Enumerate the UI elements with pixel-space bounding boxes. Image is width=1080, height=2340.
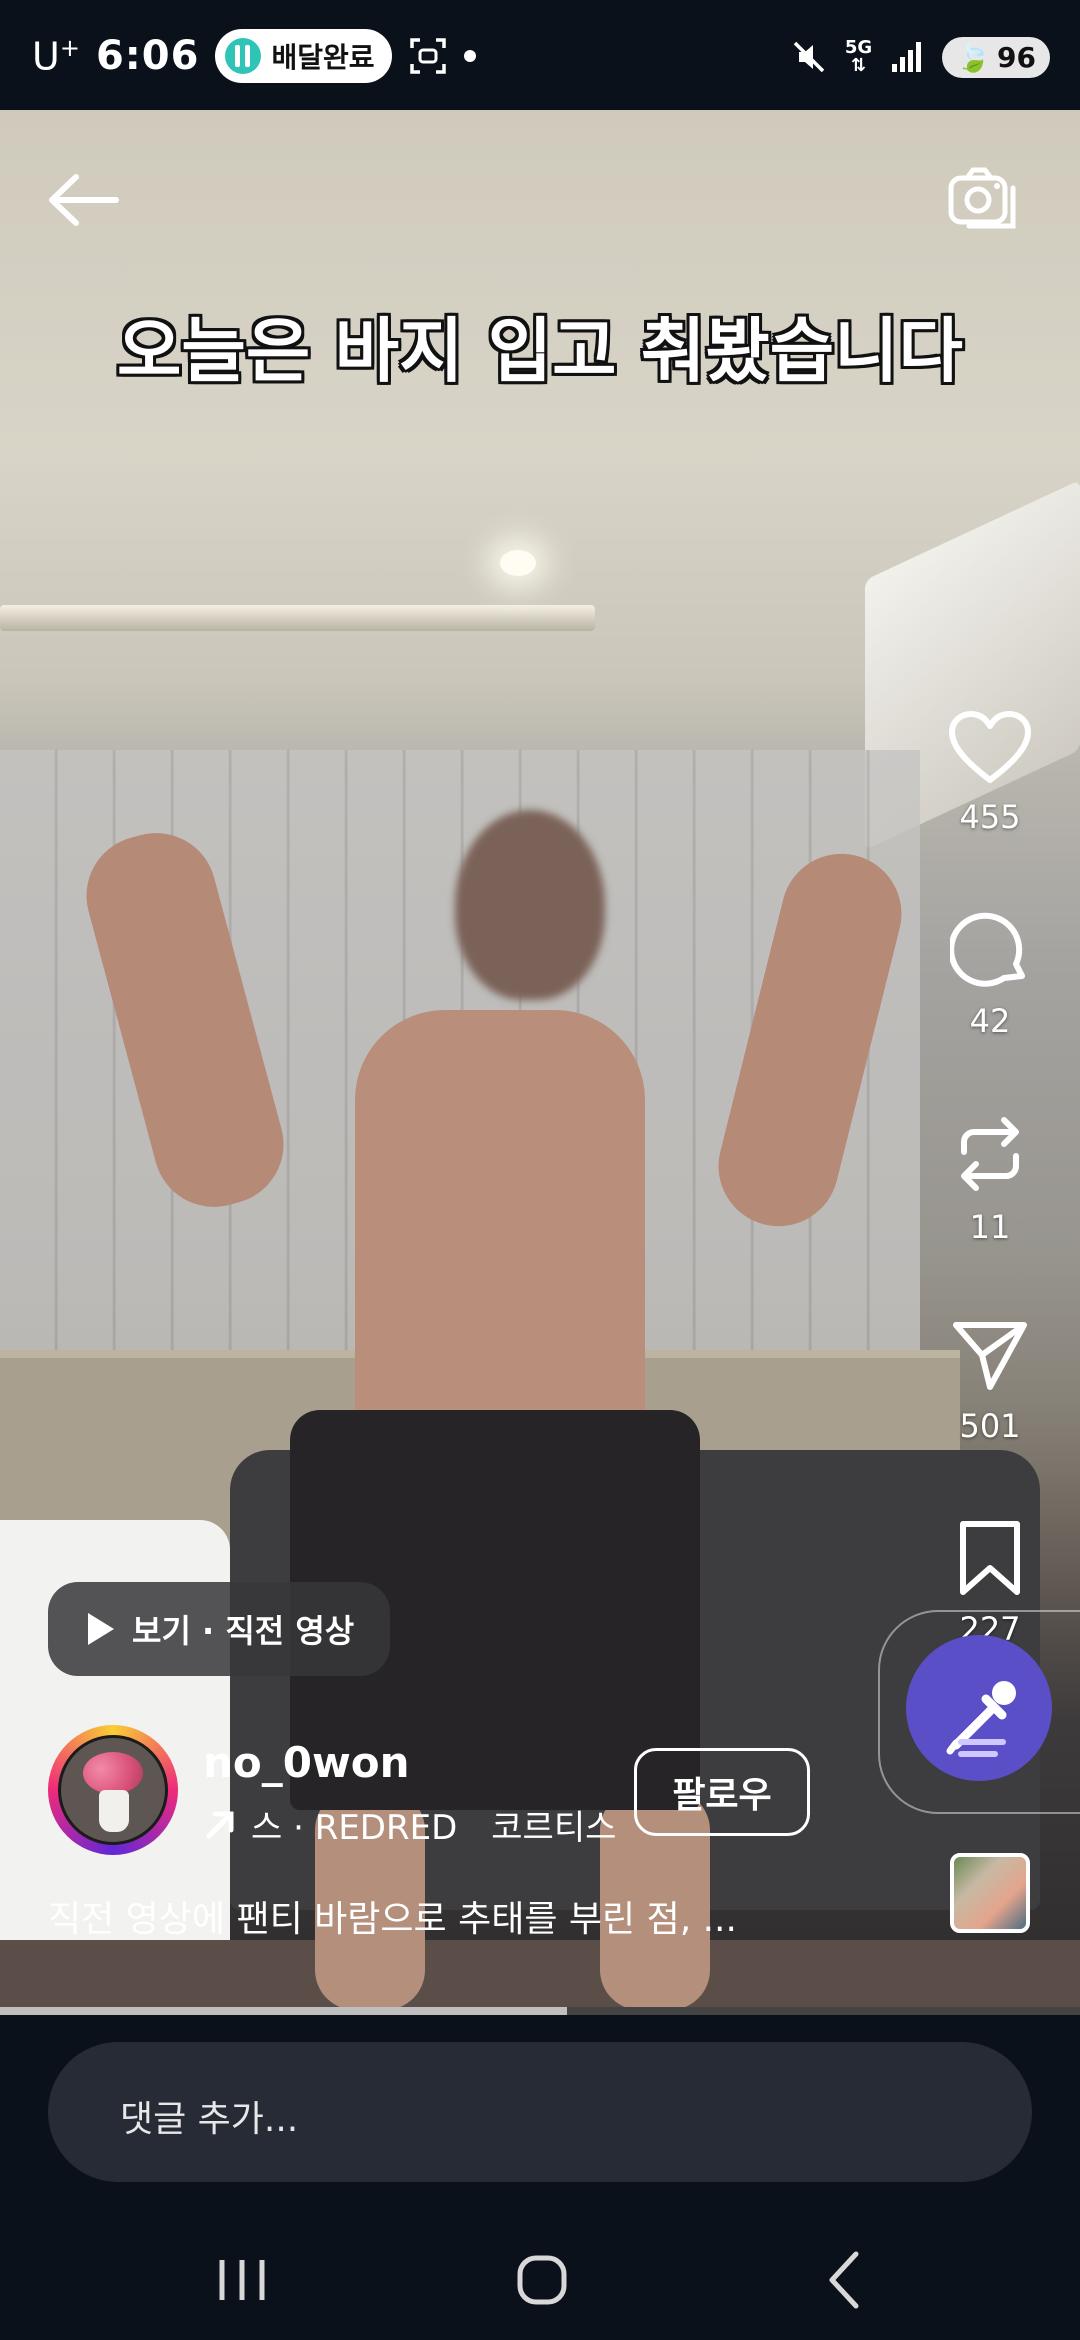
avatar[interactable] [58,1735,168,1845]
audio-artist-label: 코르티스 [491,1808,617,1848]
audio-label: 스 · REDRED [251,1808,458,1848]
bookmark-icon[interactable] [955,1518,1025,1598]
repost-count: 11 [969,1208,1011,1246]
author-username[interactable]: no_0won [203,1738,410,1787]
heart-icon[interactable] [948,710,1032,786]
back-arrow-icon[interactable] [44,165,124,235]
battery-indicator: 🍃 96 [942,36,1050,78]
video-caption-overlay: 오늘은 바지 입고 춰봤습니다 [117,310,963,392]
repost-action[interactable]: 11 [930,1112,1050,1246]
audio-thumbnail[interactable] [950,1853,1030,1933]
system-navigation-bar [0,2200,1080,2340]
carrier-label: U+ [32,33,80,79]
person-head-blurred [455,810,605,1000]
status-bar: U+ 6:06 배달완료 5G ⇅ 🍃 96 [0,0,1080,110]
comment-action[interactable]: 42 [930,910,1050,1040]
follow-button[interactable]: 팔로우 [634,1748,810,1836]
send-plane-icon[interactable] [950,1315,1030,1395]
share-action[interactable]: 501 [930,1315,1050,1445]
comment-placeholder: 댓글 추가... [120,2099,299,2140]
like-action[interactable]: 455 [930,710,1050,836]
comment-bubble-icon[interactable] [950,910,1030,990]
play-icon [88,1613,114,1645]
back-nav-icon[interactable] [806,2240,886,2320]
video-progress-fill [0,2007,567,2015]
delivery-app-icon [225,38,262,74]
avatar-vase [99,1790,129,1832]
signal-icon [892,42,922,72]
like-count: 455 [959,798,1021,836]
battery-level: 96 [997,40,1036,74]
arrow-up-right-icon [206,1811,234,1838]
status-time: 6:06 [95,33,200,79]
floor [0,1940,1080,2010]
notification-pill-label: 배달완료 [271,41,375,74]
recent-apps-icon[interactable] [202,2240,282,2320]
watch-previous-video-chip[interactable]: 보기 · 직전 영상 [48,1582,391,1676]
eyedropper-icon [946,1681,1016,1757]
ceiling-light-strip [0,605,595,631]
repost-icon[interactable] [950,1112,1030,1196]
notification-dot [464,50,477,62]
camera-icon[interactable] [945,160,1025,240]
video-progress-bar[interactable] [0,2007,1080,2015]
comment-input[interactable]: 댓글 추가... [48,2042,1032,2182]
battery-leaf-icon: 🍃 [956,40,992,74]
comment-count: 42 [969,1002,1011,1040]
audio-line[interactable]: 스 · REDRED 코르티스 [203,1800,616,1849]
ceiling-lamp [500,550,536,576]
home-icon[interactable] [502,2240,582,2320]
mute-icon [793,41,825,73]
reel-description[interactable]: 직전 영상에 팬티 바람으로 추태를 부린 점, ... [48,1890,737,1942]
avatar-flower [83,1752,143,1794]
screenshot-capture-icon [410,38,447,74]
share-count: 501 [959,1407,1021,1445]
watch-previous-label: 보기 · 직전 영상 [132,1612,355,1650]
audio-tool-button[interactable] [906,1635,1052,1781]
notification-pill[interactable]: 배달완료 [215,29,393,83]
network-indicator: 5G ⇅ [844,37,873,76]
